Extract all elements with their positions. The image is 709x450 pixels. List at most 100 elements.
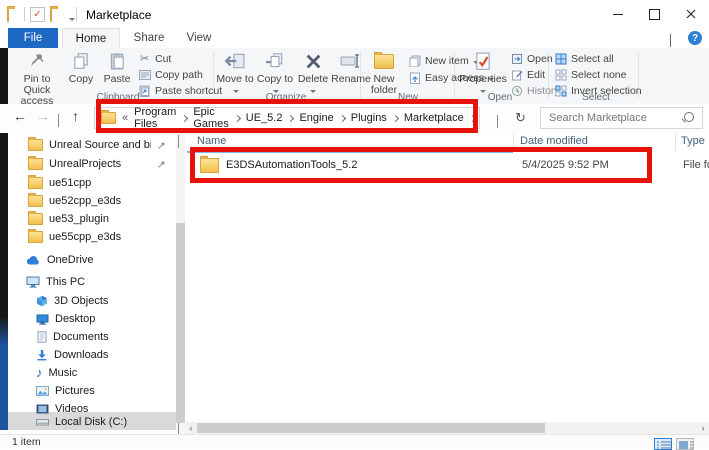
scroll-left-icon[interactable]: ‹	[185, 422, 197, 434]
file-type: File folder	[683, 159, 709, 171]
tab-home-label: Home	[76, 33, 107, 45]
select-none-button[interactable]: Select none	[554, 67, 626, 82]
group-label-open: Open	[460, 92, 540, 103]
maximize-button[interactable]	[636, 0, 672, 28]
sidebar-item-onedrive[interactable]: OneDrive	[8, 251, 93, 269]
sidebar-item-label: ue52cpp_e3ds	[49, 195, 121, 207]
group-label-new: New	[368, 92, 448, 103]
pin-label: Pin to Quick access	[10, 74, 64, 107]
help-button[interactable]: ?	[688, 31, 702, 45]
details-view-button[interactable]	[654, 438, 672, 450]
monitor-icon	[36, 314, 49, 325]
scroll-up-icon[interactable]	[178, 136, 179, 148]
breadcrumb-item[interactable]: UE_5.2	[246, 112, 283, 124]
sidebar-item-unreal-source[interactable]: Unreal Source and binary bui	[8, 136, 168, 154]
breadcrumb-item[interactable]: Program Files	[134, 106, 176, 130]
tab-file[interactable]: File	[8, 28, 58, 48]
sidebar-item-ue52cpp-e3ds[interactable]: ue52cpp_e3ds	[8, 192, 121, 210]
paste-button[interactable]: Paste	[98, 50, 136, 85]
sidebar-item-unrealprojects[interactable]: UnrealProjects	[8, 155, 168, 173]
folder-icon	[28, 195, 43, 207]
pin-to-quick-access-button[interactable]: Pin to Quick access	[10, 50, 64, 107]
sidebar-item-label: ue51cpp	[49, 177, 91, 189]
select-all-icon	[554, 52, 567, 65]
sidebar-item-downloads[interactable]: Downloads	[8, 346, 108, 364]
pushpin-icon	[28, 50, 46, 72]
tab-home[interactable]: Home	[62, 28, 120, 49]
sidebar-item-3d-objects[interactable]: 3D Objects	[8, 292, 108, 310]
recent-locations-button[interactable]	[58, 114, 59, 126]
breadcrumb-item[interactable]: Plugins	[351, 112, 387, 124]
thumbnail-view-button[interactable]	[676, 438, 694, 450]
thumbnail-view-icon	[678, 440, 694, 450]
details-view-icon	[656, 440, 672, 450]
sidebar-item-label: Unreal Source and binary bui	[49, 139, 151, 151]
copy-path-button[interactable]: Copy path	[138, 67, 203, 82]
sidebar-item-documents[interactable]: Documents	[8, 328, 109, 346]
move-to-button[interactable]: Move to	[216, 50, 254, 96]
forward-button[interactable]: →	[36, 108, 50, 124]
sidebar-item-local-disk-c[interactable]: Local Disk (C:)	[8, 413, 127, 431]
refresh-button[interactable]: ↻	[515, 110, 526, 126]
sidebar-scrollbar-thumb[interactable]	[176, 223, 185, 423]
copy-to-icon	[265, 50, 285, 72]
chevron-right-icon	[287, 114, 294, 121]
collapse-ribbon-button[interactable]	[670, 35, 671, 47]
chevron-down-icon	[58, 114, 59, 127]
close-button[interactable]	[672, 0, 709, 28]
breadcrumb-item[interactable]: Engine	[299, 112, 333, 124]
copy-button[interactable]: Copy	[64, 50, 98, 85]
delete-button[interactable]: Delete	[296, 50, 330, 96]
breadcrumb-item[interactable]: Epic Games	[193, 106, 228, 130]
tab-share[interactable]: Share	[124, 28, 174, 48]
edit-icon	[510, 68, 523, 81]
sidebar-item-ue51cpp[interactable]: ue51cpp	[8, 174, 91, 192]
sidebar-item-pictures[interactable]: Pictures	[8, 382, 95, 400]
column-header-date-modified[interactable]: Date modified	[520, 135, 588, 147]
breadcrumb-overflow[interactable]: «	[122, 112, 128, 124]
breadcrumb-item[interactable]: Marketplace	[404, 112, 464, 124]
tab-file-label: File	[24, 32, 43, 44]
qat-customize-caret-icon[interactable]	[68, 12, 75, 24]
back-button[interactable]: ←	[13, 108, 27, 124]
qat-properties-icon[interactable]: ✓	[30, 7, 45, 22]
search-icon[interactable]	[684, 112, 694, 122]
document-icon	[37, 331, 47, 343]
search-input[interactable]	[541, 108, 687, 128]
folder-icon	[200, 158, 219, 173]
qat-new-folder-icon[interactable]	[50, 9, 52, 21]
minimize-button[interactable]	[600, 0, 636, 28]
open-icon	[510, 52, 523, 65]
breadcrumb[interactable]: « Program Files Epic Games UE_5.2 Engine…	[94, 107, 480, 129]
delete-icon	[305, 50, 322, 72]
properties-button[interactable]: Properties	[458, 50, 508, 96]
edit-button[interactable]: Edit	[510, 67, 545, 82]
column-header-type[interactable]: Type	[681, 135, 705, 147]
select-none-icon	[554, 68, 567, 81]
tab-view[interactable]: View	[176, 28, 222, 48]
sidebar-item-ue53-plugin[interactable]: ue53_plugin	[8, 210, 109, 228]
column-divider[interactable]	[675, 133, 676, 151]
check-glyph: ✓	[33, 9, 41, 20]
column-divider[interactable]	[513, 133, 514, 151]
new-folder-button[interactable]: New folder	[362, 50, 406, 96]
sidebar-item-music[interactable]: ♪ Music	[8, 364, 77, 382]
copy-to-button[interactable]: Copy to	[256, 50, 294, 96]
select-all-button[interactable]: Select all	[554, 51, 614, 66]
file-row-e3dsautomationtools[interactable]: E3DSAutomationTools_5.2 5/4/2025 9:52 PM…	[187, 155, 707, 175]
sidebar-item-desktop[interactable]: Desktop	[8, 310, 95, 328]
horizontal-scrollbar-thumb[interactable]	[197, 423, 545, 433]
address-dropdown-button[interactable]	[497, 115, 498, 127]
horizontal-scrollbar[interactable]: ‹ ›	[185, 422, 709, 434]
cut-button[interactable]: ✂ Cut	[138, 51, 171, 66]
sidebar-item-label: This PC	[46, 276, 85, 288]
sidebar-item-this-pc[interactable]: This PC	[8, 273, 85, 291]
up-button[interactable]: ↑	[72, 108, 79, 124]
column-header-name[interactable]: Name	[197, 135, 226, 147]
minimize-icon	[613, 14, 623, 15]
scroll-right-icon[interactable]: ›	[697, 422, 709, 434]
group-label-clipboard: Clipboard	[78, 92, 158, 103]
sidebar-item-ue55cpp-e3ds[interactable]: ue55cpp_e3ds	[8, 228, 121, 246]
title-bar: ✓ Marketplace	[0, 0, 709, 28]
sidebar-scrollbar[interactable]	[176, 133, 185, 432]
